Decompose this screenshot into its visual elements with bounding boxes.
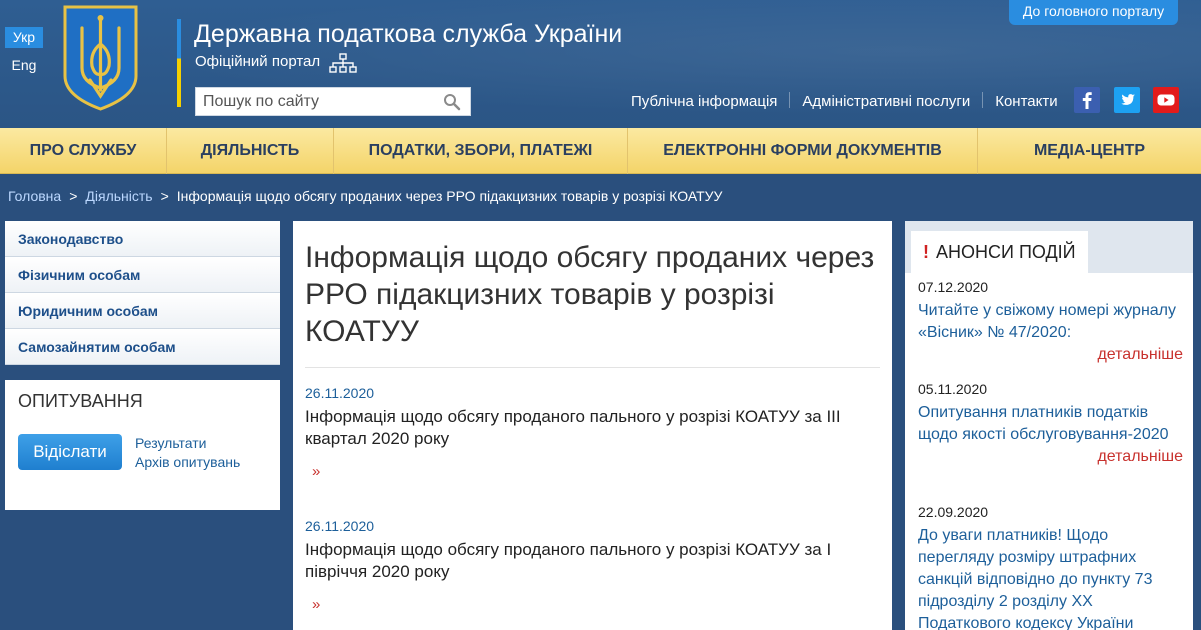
sidebar-item-self-employed[interactable]: Самозайнятим особам	[5, 329, 280, 365]
lang-ukrainian[interactable]: Укр	[5, 27, 43, 48]
announcement-item: 05.11.2020 Опитування платників податків…	[918, 381, 1183, 468]
sidebar-item-legal-entities[interactable]: Юридичним особам	[5, 293, 280, 329]
search-box	[195, 87, 471, 116]
breadcrumb-current: Інформація щодо обсягу проданих через РР…	[176, 188, 723, 204]
main-portal-button[interactable]: До головного порталу	[1009, 0, 1178, 25]
main-content: Інформація щодо обсягу проданих через РР…	[293, 221, 892, 630]
news-more-link[interactable]: »	[312, 596, 320, 613]
announcement-more-link[interactable]: детальніше	[918, 344, 1183, 366]
announcements-panel: ! АНОНСИ ПОДІЙ 07.12.2020 Читайте у свіжо…	[905, 221, 1193, 630]
announcement-item: 07.12.2020 Читайте у свіжому номері журн…	[918, 279, 1183, 366]
news-item: 26.11.2020 Інформація щодо обсягу продан…	[305, 385, 880, 480]
sidebar-item-legislation[interactable]: Законодавство	[5, 221, 280, 257]
announcement-date: 05.11.2020	[918, 381, 988, 397]
link-public-info[interactable]: Публічна інформація	[631, 93, 777, 110]
link-admin-services[interactable]: Адміністративні послуги	[802, 93, 970, 110]
link-contacts[interactable]: Контакти	[995, 93, 1057, 110]
coat-of-arms-icon[interactable]	[62, 4, 139, 111]
announcement-title-link[interactable]: До уваги платників! Щодо перегляду розмі…	[918, 525, 1183, 630]
news-item: 26.11.2020 Інформація щодо обсягу продан…	[305, 518, 880, 613]
site-title[interactable]: Державна податкова служба України	[194, 20, 622, 49]
announcements-tab[interactable]: ! АНОНСИ ПОДІЙ	[911, 231, 1088, 273]
news-more-link[interactable]: »	[312, 463, 320, 480]
top-links-divider	[789, 92, 791, 108]
title-divider	[305, 367, 880, 368]
breadcrumb-separator: >	[69, 188, 78, 204]
announcements-title: АНОНСИ ПОДІЙ	[936, 242, 1076, 262]
poll-archive-link[interactable]: Архів опитувань	[135, 454, 240, 470]
poll-title: ОПИТУВАННЯ	[18, 391, 143, 411]
exclamation-icon: !	[923, 242, 929, 262]
search-input[interactable]	[196, 88, 436, 115]
top-links: Публічна інформація Адміністративні послу…	[631, 92, 1058, 110]
nav-activity[interactable]: ДІЯЛЬНІСТЬ	[167, 128, 334, 174]
news-date: 26.11.2020	[305, 518, 375, 534]
search-icon[interactable]	[443, 93, 461, 111]
facebook-icon[interactable]	[1074, 87, 1100, 113]
news-title-link[interactable]: Інформація щодо обсягу проданого пальног…	[305, 406, 880, 450]
nav-media-center[interactable]: МЕДІА-ЦЕНТР	[978, 128, 1201, 174]
main-navigation: ПРО СЛУЖБУ ДІЯЛЬНІСТЬ ПОДАТКИ, ЗБОРИ, ПЛ…	[0, 128, 1201, 174]
breadcrumb: Головна > Діяльність > Інформація щодо обсяг…	[8, 188, 722, 204]
title-accent-bar	[177, 19, 181, 107]
top-links-divider	[982, 92, 984, 108]
breadcrumb-separator: >	[160, 188, 169, 204]
site-header: Укр Eng Державна податкова служба Україн…	[0, 0, 1201, 128]
nav-e-forms[interactable]: ЕЛЕКТРОННІ ФОРМИ ДОКУМЕНТІВ	[628, 128, 978, 174]
page-title: Інформація щодо обсягу проданих через РР…	[305, 241, 875, 348]
announcement-date: 22.09.2020	[918, 504, 989, 520]
news-date: 26.11.2020	[305, 385, 375, 401]
announcement-title-link[interactable]: Опитування платників податків щодо якост…	[918, 402, 1183, 446]
announcement-title-link[interactable]: Читайте у свіжому номері журналу «Вісник…	[918, 300, 1183, 344]
nav-taxes[interactable]: ПОДАТКИ, ЗБОРИ, ПЛАТЕЖІ	[334, 128, 628, 174]
nav-about[interactable]: ПРО СЛУЖБУ	[0, 128, 167, 174]
youtube-icon[interactable]	[1153, 87, 1179, 113]
twitter-icon[interactable]	[1114, 87, 1140, 113]
poll-submit-button[interactable]: Відіслати	[18, 434, 122, 470]
announcement-item: 22.09.2020 До уваги платників! Щодо пере…	[918, 504, 1183, 630]
announcement-more-link[interactable]: детальніше	[918, 446, 1183, 468]
sitemap-icon[interactable]	[329, 53, 357, 73]
sidebar-menu: Законодавство Фізичним особам Юридичним …	[5, 221, 280, 365]
breadcrumb-activity[interactable]: Діяльність	[85, 188, 152, 204]
breadcrumb-home[interactable]: Головна	[8, 188, 61, 204]
lang-english[interactable]: Eng	[5, 55, 43, 76]
poll-results-link[interactable]: Результати	[135, 435, 207, 451]
news-title-link[interactable]: Інформація щодо обсягу проданого пальног…	[305, 539, 880, 583]
announcement-date: 07.12.2020	[918, 279, 989, 295]
poll-widget: ОПИТУВАННЯ Відіслати Результати Архів оп…	[5, 380, 280, 510]
site-subtitle: Офіційний портал	[195, 53, 321, 70]
sidebar-item-individuals[interactable]: Фізичним особам	[5, 257, 280, 293]
